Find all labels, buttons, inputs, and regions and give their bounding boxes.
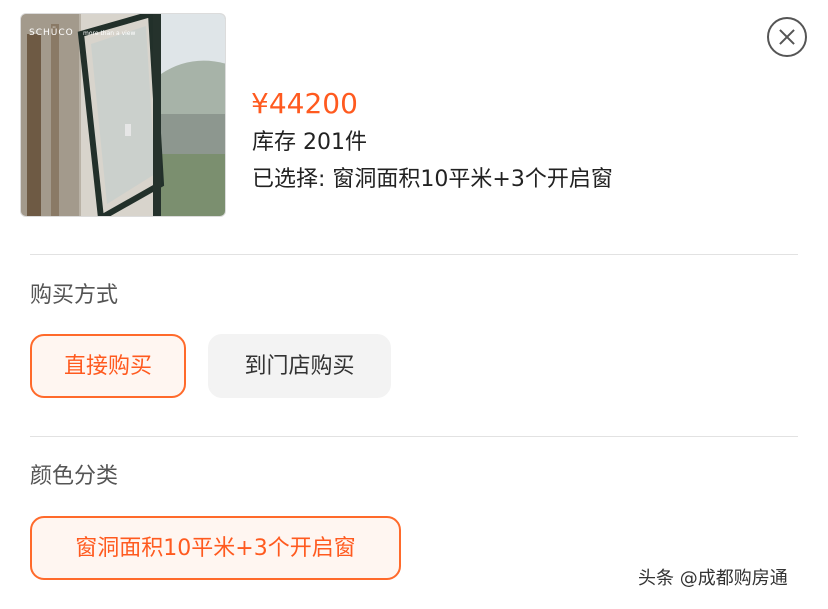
product-stock: 库存 201件 bbox=[252, 130, 367, 155]
selected-spec: 已选择: 窗洞面积10平米+3个开启窗 bbox=[252, 167, 613, 192]
product-price: ¥44200 bbox=[251, 87, 358, 120]
image-brand-text: SCHÜCO bbox=[29, 27, 74, 38]
divider bbox=[30, 436, 798, 437]
option-direct-purchase[interactable]: 直接购买 bbox=[30, 334, 186, 398]
divider bbox=[30, 254, 798, 255]
close-icon[interactable] bbox=[767, 17, 807, 57]
watermark: 头条 @成都购房通 bbox=[638, 568, 788, 589]
option-window-spec[interactable]: 窗洞面积10平米+3个开启窗 bbox=[30, 516, 401, 580]
window-photo: SCHÜCO more than a view bbox=[21, 14, 225, 216]
color-category-title: 颜色分类 bbox=[30, 464, 119, 489]
image-slogan-text: more than a view bbox=[83, 30, 135, 37]
option-store-purchase[interactable]: 到门店购买 bbox=[208, 334, 391, 398]
product-thumbnail[interactable]: SCHÜCO more than a view bbox=[20, 13, 226, 217]
purchase-method-title: 购买方式 bbox=[30, 283, 119, 308]
